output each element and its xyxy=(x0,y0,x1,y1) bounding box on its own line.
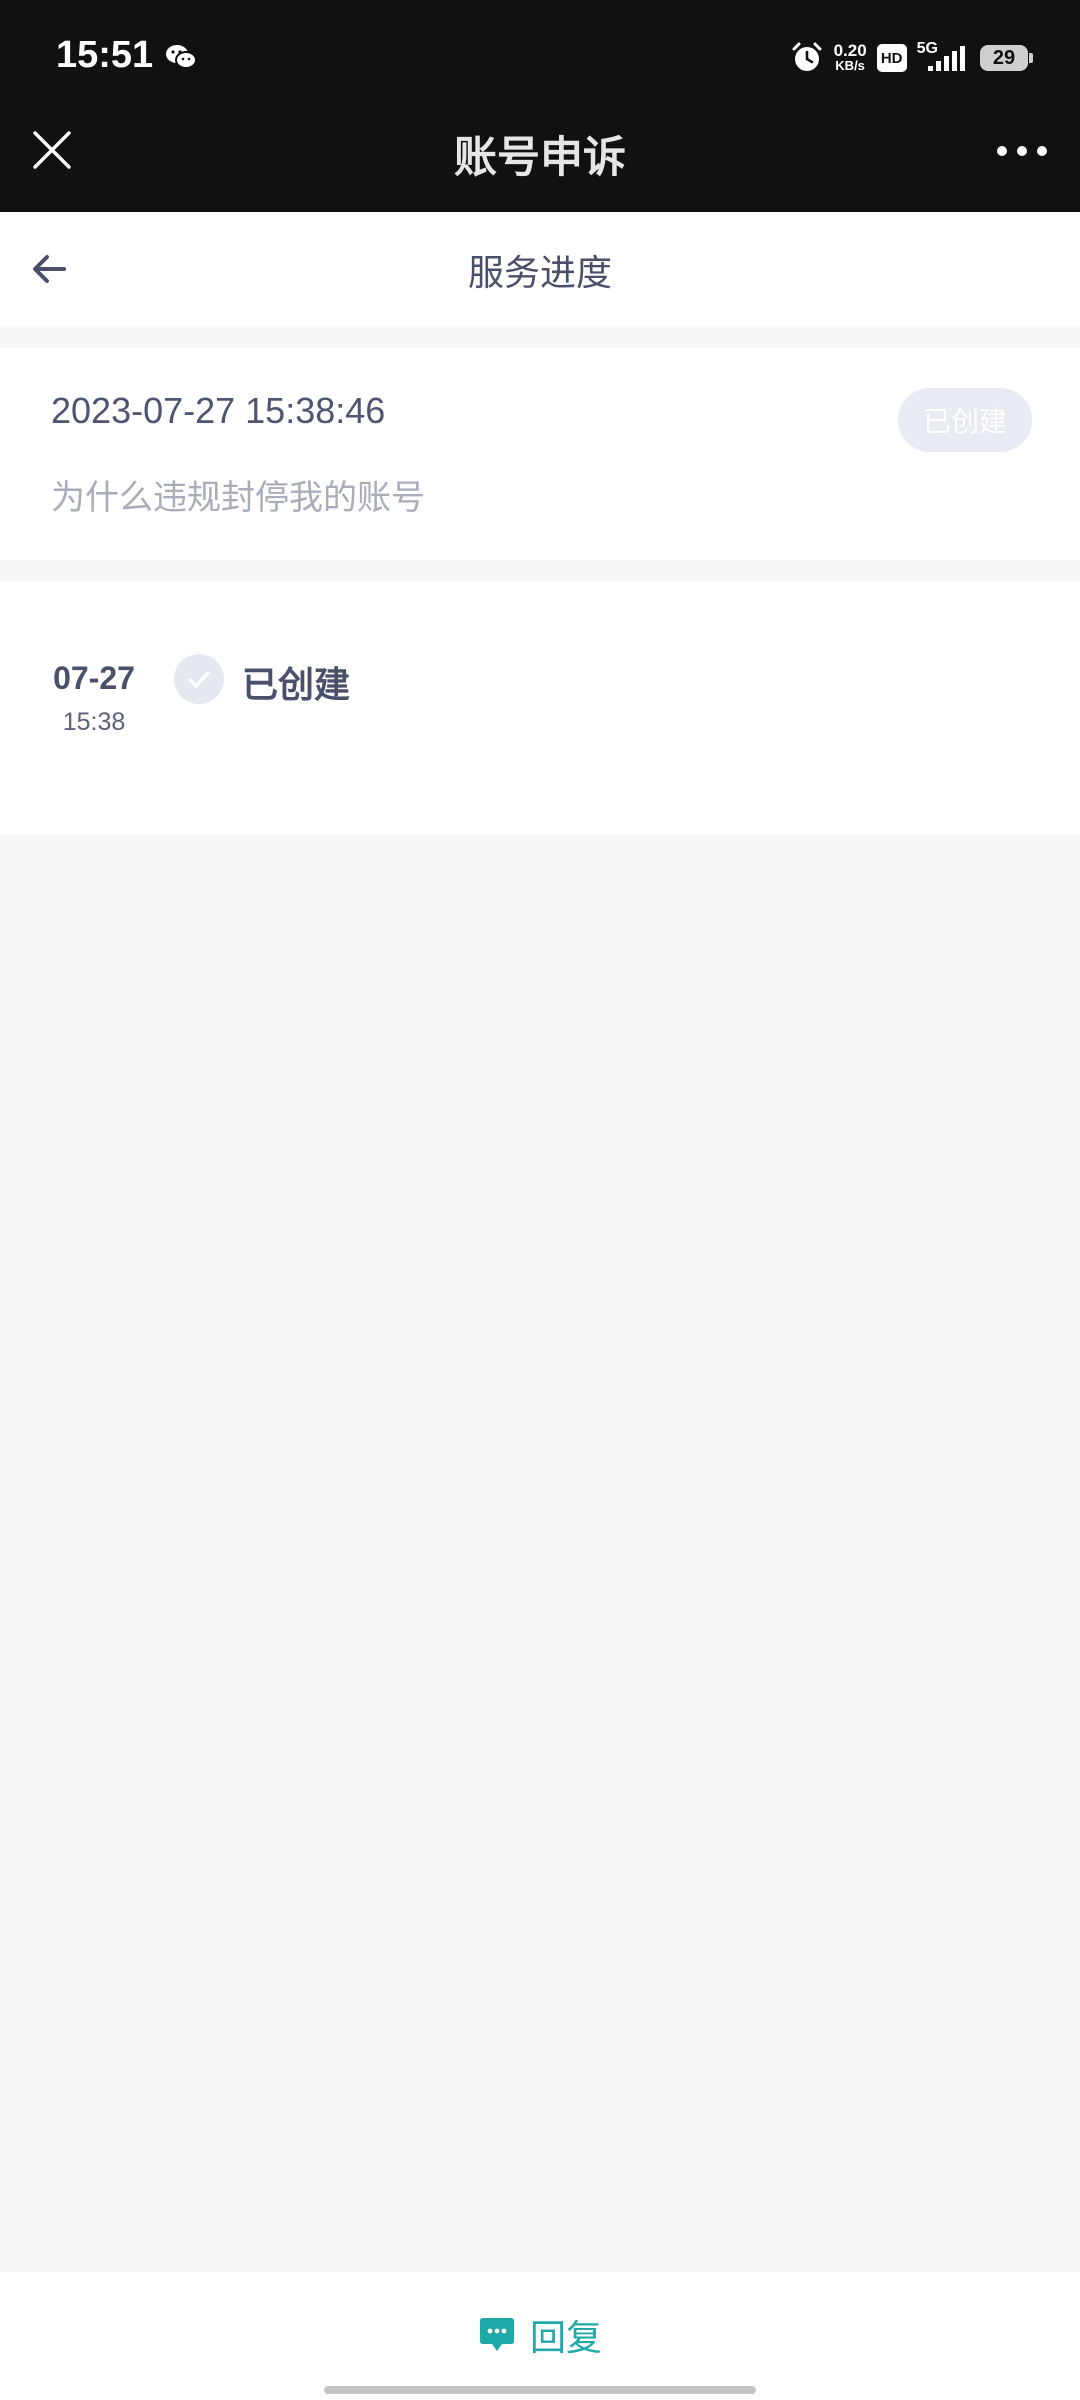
hd-badge: HD xyxy=(876,44,907,72)
timeline-time: 15:38 xyxy=(62,708,126,736)
wechat-icon xyxy=(166,45,197,69)
status-badge: 已创建 xyxy=(898,388,1032,452)
page-title: 服务进度 xyxy=(467,253,612,294)
timeline-date: 07-27 xyxy=(53,660,135,696)
progress-timeline: 07-27 15:38 已创建 xyxy=(0,582,1080,834)
battery-indicator: 29 xyxy=(980,45,1033,71)
reply-label: 回复 xyxy=(530,2318,603,2359)
chat-bubble-icon xyxy=(480,2318,514,2351)
ticket-datetime: 2023-07-27 15:38:46 xyxy=(51,390,386,431)
timeline-status: 已创建 xyxy=(242,665,351,706)
alarm-icon xyxy=(792,42,822,71)
network-type: 5G xyxy=(916,40,938,57)
ticket-card[interactable]: 2023-07-27 15:38:46 为什么违规封停我的账号 已创建 xyxy=(0,348,1080,560)
home-indicator[interactable] xyxy=(324,2386,756,2394)
more-icon[interactable] xyxy=(996,140,1048,162)
check-icon xyxy=(188,671,210,688)
top-bar: 15:51 0.20 KB/s HD 5G 29 账号申诉 xyxy=(0,0,1080,212)
app-title: 账号申诉 xyxy=(454,133,626,183)
network-speed-value: 0.20 xyxy=(833,41,867,60)
ticket-description: 为什么违规封停我的账号 xyxy=(51,478,425,518)
timeline-dot xyxy=(174,654,224,704)
reply-button[interactable]: 回复 xyxy=(478,2310,602,2360)
status-time: 15:51 xyxy=(56,34,154,76)
network-speed-unit: KB/s xyxy=(835,58,865,73)
status-icons: 0.20 KB/s HD 5G 29 xyxy=(790,38,1033,78)
network-speed: 0.20 KB/s xyxy=(833,41,867,73)
page-header: 服务进度 xyxy=(0,212,1080,326)
bottom-bar: 回复 xyxy=(0,2272,1080,2400)
